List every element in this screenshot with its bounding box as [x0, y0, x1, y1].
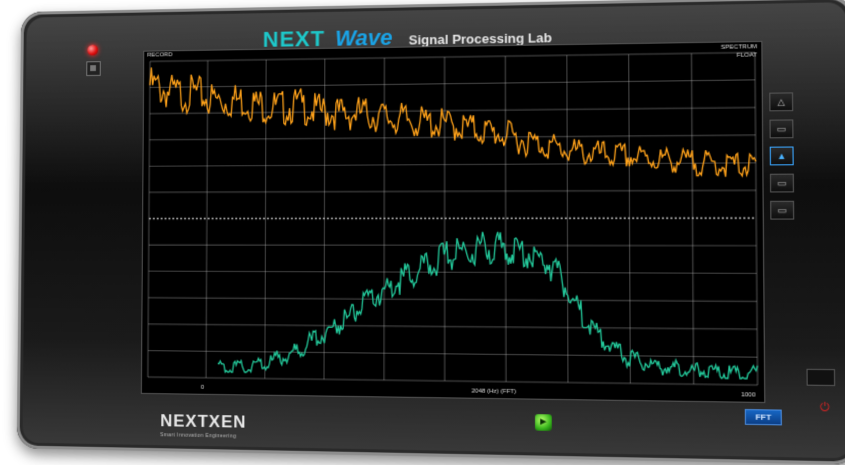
grid-line-h [150, 80, 755, 88]
device-frame: NEXTWave Signal Processing Lab RECORD SP… [17, 0, 845, 465]
play-button[interactable]: ► [535, 414, 552, 431]
brand-name: NEXTXEN [160, 411, 246, 433]
brand: NEXTXEN Smart Innovation Engineering [160, 411, 246, 440]
grid-line-h [149, 135, 755, 140]
side-button-5[interactable]: ▭ [770, 201, 794, 220]
triangle-up-icon: △ [777, 96, 785, 108]
side-button-2[interactable]: ▭ [769, 119, 793, 138]
grid-line-h [149, 245, 757, 246]
signal-plot [142, 42, 764, 402]
grid-line-h [150, 52, 755, 61]
screen-label-top-right-2: FLOAT [737, 52, 757, 58]
side-button-3[interactable]: ▲ [770, 146, 794, 165]
spectrum-trace-bottom [218, 232, 758, 379]
grid-line-h [150, 107, 756, 113]
box-icon: ▭ [777, 204, 786, 216]
side-button-1[interactable]: △ [769, 92, 793, 111]
box-icon: ▭ [777, 123, 786, 135]
box-icon: ▭ [777, 177, 786, 189]
grid-line-h [148, 298, 757, 302]
screen-label-top-left: RECORD [147, 52, 172, 58]
signal-trace-top [149, 59, 756, 179]
screen-label-bottom-left: 0 [201, 385, 204, 391]
grid-line-h [149, 190, 756, 192]
grid-line-h [148, 377, 758, 385]
power-icon[interactable]: ⏻ [820, 402, 838, 417]
side-button-4[interactable]: ▭ [770, 174, 794, 193]
side-toolbar: △ ▭ ▲ ▭ ▭ [769, 92, 796, 228]
screen-label-bottom-right: 1000 [741, 392, 756, 399]
grid-line-h [149, 271, 757, 273]
grid-line-v [567, 55, 568, 382]
grid-line-h [149, 163, 755, 166]
oscilloscope-screen: RECORD SPECTRUM FLOAT 0 2048 (Hz) (FFT) … [141, 41, 765, 403]
grid-line-v [505, 56, 506, 382]
screen-label-top-right: SPECTRUM [721, 44, 757, 51]
screen-axis-label: 2048 (Hz) (FFT) [472, 388, 517, 395]
grid-line-h [148, 324, 757, 329]
wave-icon: ▲ [777, 151, 787, 161]
menu-button[interactable] [86, 61, 101, 76]
grid-line-h [149, 218, 756, 219]
grid-line-h [148, 351, 757, 358]
grid-line-v [755, 52, 758, 385]
waveform-toggle-button[interactable] [806, 369, 835, 386]
function-box[interactable]: FFT [745, 409, 782, 425]
